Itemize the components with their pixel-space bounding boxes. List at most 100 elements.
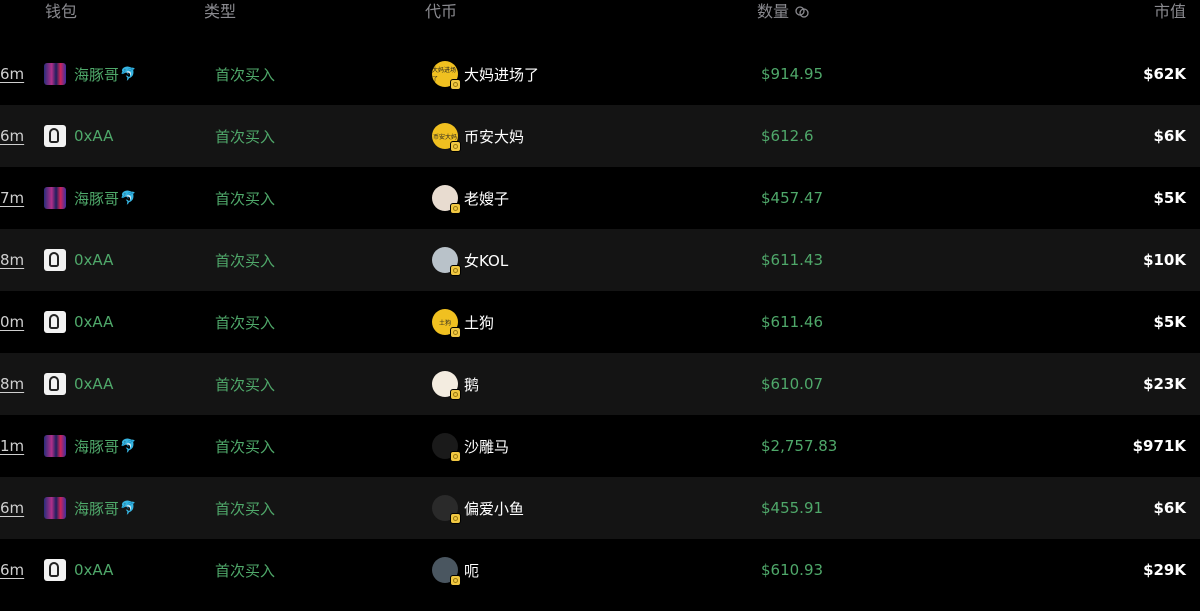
market-cap: $62K bbox=[1143, 65, 1186, 83]
wallet-name[interactable]: 海豚哥 bbox=[74, 436, 119, 457]
table-row[interactable]: 0m 0xAA 首次买入 土狗 土狗 $611.46 $5K bbox=[0, 291, 1200, 353]
token-name[interactable]: 老嫂子 bbox=[464, 188, 509, 209]
wallet-cell[interactable]: 0xAA bbox=[44, 229, 114, 291]
dolphin-icon: 🐬 bbox=[120, 190, 137, 206]
token-avatar: 大妈进场了 bbox=[432, 61, 461, 90]
wallet-cell[interactable]: 海豚哥 🐬 bbox=[44, 167, 136, 229]
table-row[interactable]: 6m 海豚哥 🐬 首次买入 偏爱小鱼 $455.91 $6K bbox=[0, 477, 1200, 539]
token-cell[interactable]: 土狗 土狗 bbox=[432, 291, 494, 353]
wallet-name[interactable]: 0xAA bbox=[74, 375, 113, 393]
token-avatar bbox=[432, 433, 461, 462]
wallet-name[interactable]: 0xAA bbox=[74, 313, 113, 331]
wallet-cell[interactable]: 海豚哥 🐬 bbox=[44, 477, 136, 539]
trade-amount: $610.93 bbox=[761, 561, 824, 579]
wallet-avatar bbox=[44, 63, 66, 85]
wallet-avatar bbox=[44, 311, 66, 333]
trade-amount: $2,757.83 bbox=[761, 437, 838, 455]
trade-type: 首次买入 bbox=[215, 499, 276, 518]
trade-type: 首次买入 bbox=[215, 375, 276, 394]
time-ago-link[interactable]: 1m bbox=[0, 415, 24, 477]
header-amount[interactable]: 数量 bbox=[757, 0, 809, 24]
table-header: 钱包 类型 代币 数量 市值 bbox=[0, 0, 1200, 40]
token-cell[interactable]: 偏爱小鱼 bbox=[432, 477, 524, 539]
trade-type: 首次买入 bbox=[215, 437, 276, 456]
token-cell[interactable]: 鹅 bbox=[432, 353, 479, 415]
wallet-cell[interactable]: 0xAA bbox=[44, 353, 114, 415]
wallet-cell[interactable]: 0xAA bbox=[44, 539, 114, 601]
token-name[interactable]: 鹅 bbox=[464, 374, 479, 395]
wallet-name[interactable]: 0xAA bbox=[74, 561, 113, 579]
token-avatar bbox=[432, 557, 461, 586]
trade-type: 首次买入 bbox=[215, 127, 276, 146]
wallet-avatar bbox=[44, 187, 66, 209]
time-ago-link[interactable]: 6m bbox=[0, 477, 24, 539]
trades-table: 钱包 类型 代币 数量 市值 6m 海豚哥 🐬 首次买入 大妈进场了 大妈进场了… bbox=[0, 0, 1200, 611]
token-cell[interactable]: 沙雕马 bbox=[432, 415, 509, 477]
wallet-name[interactable]: 0xAA bbox=[74, 127, 113, 145]
token-avatar: 币安大妈 bbox=[432, 123, 461, 152]
wallet-avatar bbox=[44, 497, 66, 519]
time-ago-link[interactable]: 8m bbox=[0, 229, 24, 291]
wallet-name[interactable]: 海豚哥 bbox=[74, 188, 119, 209]
table-body: 6m 海豚哥 🐬 首次买入 大妈进场了 大妈进场了 $914.95 $62K 6… bbox=[0, 43, 1200, 601]
token-cell[interactable]: 大妈进场了 大妈进场了 bbox=[432, 43, 539, 105]
trade-type: 首次买入 bbox=[215, 313, 276, 332]
wallet-name[interactable]: 0xAA bbox=[74, 251, 113, 269]
currency-toggle-icon[interactable] bbox=[795, 5, 809, 19]
wallet-cell[interactable]: 0xAA bbox=[44, 105, 114, 167]
token-name[interactable]: 偏爱小鱼 bbox=[464, 498, 524, 519]
wallet-cell[interactable]: 海豚哥 🐬 bbox=[44, 43, 136, 105]
token-name[interactable]: 沙雕马 bbox=[464, 436, 509, 457]
trade-amount: $914.95 bbox=[761, 65, 824, 83]
market-cap: $6K bbox=[1153, 127, 1187, 145]
token-avatar: 土狗 bbox=[432, 309, 461, 338]
wallet-avatar bbox=[44, 435, 66, 457]
coin-badge-icon bbox=[450, 265, 461, 276]
token-cell[interactable]: 币安大妈 币安大妈 bbox=[432, 105, 524, 167]
time-ago-link[interactable]: 8m bbox=[0, 353, 24, 415]
header-amount-label: 数量 bbox=[757, 2, 790, 21]
wallet-name[interactable]: 海豚哥 bbox=[74, 64, 119, 85]
token-name[interactable]: 币安大妈 bbox=[464, 126, 524, 147]
table-row[interactable]: 1m 海豚哥 🐬 首次买入 沙雕马 $2,757.83 $971K bbox=[0, 415, 1200, 477]
token-avatar bbox=[432, 495, 461, 524]
wallet-cell[interactable]: 海豚哥 🐬 bbox=[44, 415, 136, 477]
trade-type: 首次买入 bbox=[215, 561, 276, 580]
wallet-name[interactable]: 海豚哥 bbox=[74, 498, 119, 519]
table-row[interactable]: 8m 0xAA 首次买入 鹅 $610.07 $23K bbox=[0, 353, 1200, 415]
table-row[interactable]: 7m 海豚哥 🐬 首次买入 老嫂子 $457.47 $5K bbox=[0, 167, 1200, 229]
trade-amount: $610.07 bbox=[761, 375, 824, 393]
token-cell[interactable]: 女KOL bbox=[432, 229, 508, 291]
time-ago-link[interactable]: 6m bbox=[0, 105, 24, 167]
token-name[interactable]: 呃 bbox=[464, 560, 479, 581]
table-row[interactable]: 6m 海豚哥 🐬 首次买入 大妈进场了 大妈进场了 $914.95 $62K bbox=[0, 43, 1200, 105]
coin-badge-icon bbox=[450, 203, 461, 214]
token-cell[interactable]: 老嫂子 bbox=[432, 167, 509, 229]
coin-badge-icon bbox=[450, 389, 461, 400]
time-ago-link[interactable]: 6m bbox=[0, 539, 24, 601]
trade-type: 首次买入 bbox=[215, 189, 276, 208]
wallet-avatar bbox=[44, 249, 66, 271]
trade-amount: $611.43 bbox=[761, 251, 824, 269]
time-ago-link[interactable]: 6m bbox=[0, 43, 24, 105]
time-ago-link[interactable]: 7m bbox=[0, 167, 24, 229]
market-cap: $5K bbox=[1153, 189, 1187, 207]
trade-type: 首次买入 bbox=[215, 65, 276, 84]
dolphin-icon: 🐬 bbox=[120, 438, 137, 454]
coin-badge-icon bbox=[450, 141, 461, 152]
table-row[interactable]: 6m 0xAA 首次买入 币安大妈 币安大妈 $612.6 $6K bbox=[0, 105, 1200, 167]
market-cap: $10K bbox=[1143, 251, 1186, 269]
trade-amount: $612.6 bbox=[761, 127, 814, 145]
token-name[interactable]: 土狗 bbox=[464, 312, 494, 333]
market-cap: $29K bbox=[1143, 561, 1186, 579]
table-row[interactable]: 6m 0xAA 首次买入 呃 $610.93 $29K bbox=[0, 539, 1200, 601]
token-cell[interactable]: 呃 bbox=[432, 539, 479, 601]
table-row[interactable]: 8m 0xAA 首次买入 女KOL $611.43 $10K bbox=[0, 229, 1200, 291]
time-ago-link[interactable]: 0m bbox=[0, 291, 24, 353]
token-name[interactable]: 大妈进场了 bbox=[464, 64, 539, 85]
coin-badge-icon bbox=[450, 327, 461, 338]
token-name[interactable]: 女KOL bbox=[464, 250, 508, 271]
wallet-cell[interactable]: 0xAA bbox=[44, 291, 114, 353]
token-avatar bbox=[432, 371, 461, 400]
header-market-cap: 市值 bbox=[1153, 2, 1186, 21]
